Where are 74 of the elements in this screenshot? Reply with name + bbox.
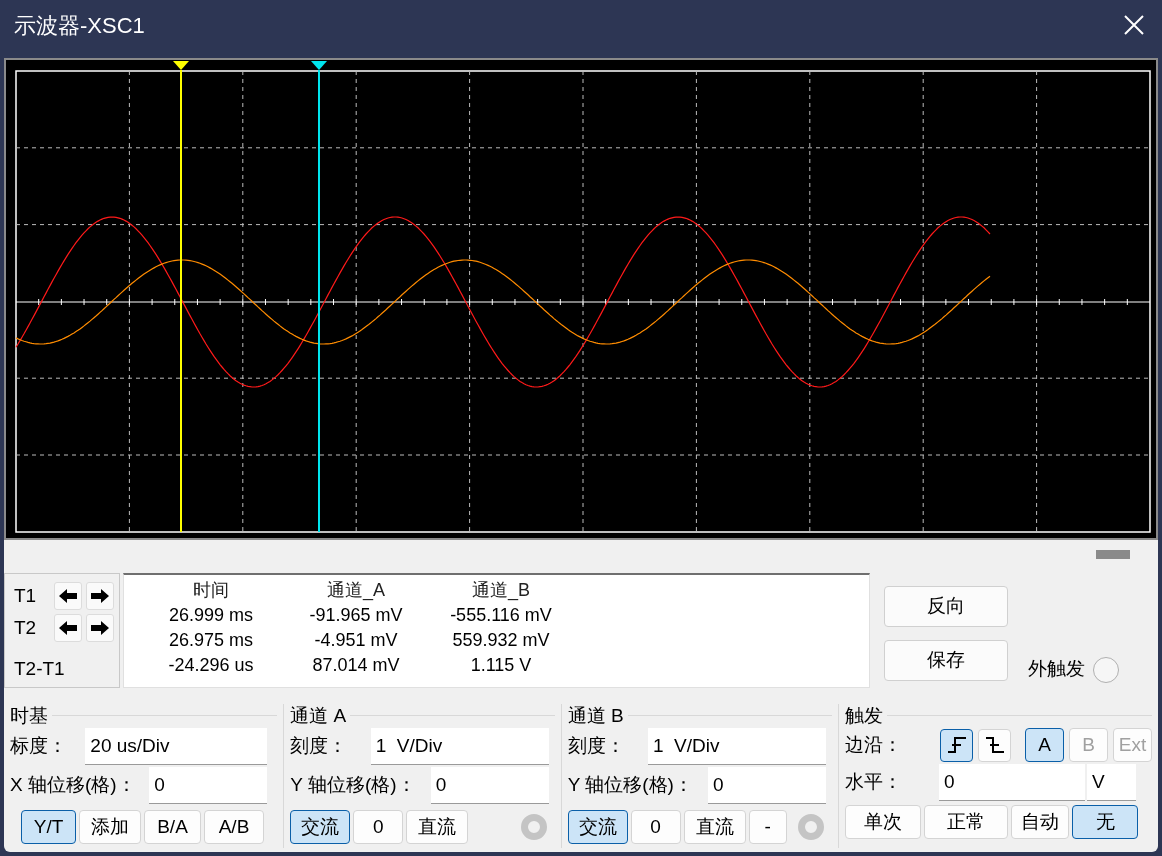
resize-handle[interactable] (1096, 550, 1130, 559)
column-header: 时间 (192, 579, 230, 602)
column-header: 通道_B (471, 579, 531, 603)
action-button[interactable]: 反向 (884, 586, 1008, 627)
unit-field[interactable]: V (1087, 764, 1136, 801)
right-arrow-button[interactable] (86, 581, 114, 610)
left-arrow-button[interactable] (54, 613, 82, 642)
readout-value: 1.115 V (469, 654, 533, 677)
field-label: 边沿： (845, 732, 903, 757)
readout-value: -24.296 us (167, 654, 255, 677)
falling-edge-icon (984, 735, 1005, 755)
mode-button[interactable]: B/A (144, 810, 201, 844)
readout-value: 26.975 ms (167, 629, 255, 652)
y-offset-field[interactable]: 0 (708, 767, 826, 804)
indicator-icon (520, 814, 547, 840)
rising-edge-button[interactable] (940, 728, 973, 762)
field-label: 刻度： (290, 734, 348, 759)
mode-button[interactable]: Y/T (21, 810, 76, 844)
right-arrow-button[interactable] (86, 613, 114, 642)
close-icon[interactable] (1123, 14, 1145, 36)
field-label: 标度： (10, 734, 67, 759)
cursor-handle-icon[interactable] (173, 61, 189, 70)
readout-value: 559.932 mV (451, 629, 551, 652)
window-title: 示波器-XSC1 (14, 11, 145, 40)
coupling-button[interactable]: - (748, 810, 787, 844)
field-label: 水平： (845, 770, 903, 795)
coupling-button[interactable]: 0 (353, 810, 404, 844)
trigger-mode-button[interactable]: 自动 (1011, 805, 1069, 839)
timebase-scale-field[interactable]: 20 us/Div (85, 728, 268, 765)
group-title: 通道 A (290, 705, 347, 725)
action-button[interactable]: 保存 (884, 640, 1008, 681)
mode-button[interactable]: 添加 (79, 810, 141, 844)
volts-per-div-field[interactable]: 1 V/Div (370, 728, 549, 765)
trigger-mode-button[interactable]: 无 (1072, 805, 1138, 839)
right-arrow-icon (90, 619, 110, 636)
readout-value: 26.999 ms (167, 604, 255, 627)
source-button[interactable]: A (1025, 728, 1064, 762)
left-arrow-button[interactable] (54, 581, 82, 610)
indicator-icon (798, 814, 824, 840)
right-arrow-icon (90, 587, 110, 604)
cursor-row-label: T2-T1 (14, 656, 65, 681)
falling-edge-button[interactable] (978, 728, 1011, 762)
group-title: 时基 (10, 705, 48, 725)
trigger-level-field[interactable]: 0 (939, 764, 1085, 801)
group-title: 通道 B (567, 705, 624, 725)
readout-value: -555.116 mV (449, 604, 553, 627)
coupling-button[interactable]: 直流 (406, 810, 469, 844)
coupling-button[interactable]: 交流 (567, 810, 628, 844)
cursor-row-label: T1 (14, 583, 38, 608)
field-label: Y 轴位移(格)： (290, 773, 416, 798)
rising-edge-icon (946, 735, 967, 755)
coupling-button[interactable]: 0 (630, 810, 681, 844)
y-offset-field[interactable]: 0 (430, 767, 549, 804)
trigger-mode-button[interactable]: 单次 (845, 805, 921, 839)
readout-value: -4.951 mV (313, 629, 399, 652)
mode-button[interactable]: A/B (204, 810, 264, 844)
cursor-row-label: T2 (14, 615, 38, 640)
cursor-handle-icon[interactable] (311, 61, 327, 70)
trigger-mode-button[interactable]: 正常 (924, 805, 1008, 839)
coupling-button[interactable]: 直流 (683, 810, 746, 844)
radio-button[interactable] (1093, 657, 1119, 683)
readout-value: 87.014 mV (311, 654, 401, 677)
x-offset-field[interactable]: 0 (149, 767, 268, 804)
column-header: 通道_A (326, 579, 386, 603)
left-arrow-icon (58, 587, 78, 604)
readout-value: -91.965 mV (308, 604, 404, 627)
left-arrow-icon (58, 619, 78, 636)
external-trigger-label: 外触发 (1028, 656, 1085, 681)
field-label: Y 轴位移(格)： (567, 773, 693, 798)
field-label: 刻度： (567, 734, 625, 759)
group-title: 触发 (845, 705, 883, 725)
coupling-button[interactable]: 交流 (290, 810, 351, 844)
field-label: X 轴位移(格)： (10, 773, 136, 798)
volts-per-div-field[interactable]: 1 V/Div (648, 728, 826, 765)
